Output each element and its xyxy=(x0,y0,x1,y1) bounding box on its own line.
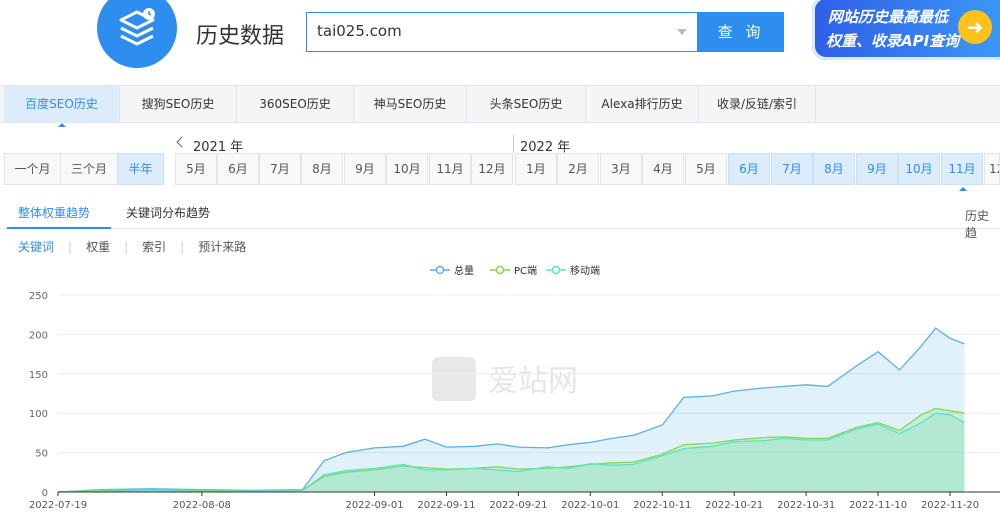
y-tick-label: 50 xyxy=(35,449,48,460)
history-tabs: 百度SEO历史 搜狗SEO历史 360SEO历史 神马SEO历史 头条SEO历史… xyxy=(0,85,1000,123)
tab-360-seo[interactable]: 360SEO历史 xyxy=(237,86,354,122)
page-title: 历史数据 xyxy=(196,24,285,49)
x-tick-label: 2022-11-20 xyxy=(921,500,979,511)
site-logo[interactable] xyxy=(97,0,177,68)
month-button[interactable]: 7月 xyxy=(259,153,301,185)
x-tick-label: 2022-09-01 xyxy=(345,500,403,511)
promo-line-2: 权重、收录API查询 xyxy=(826,32,960,50)
subtab-keyword-distribution[interactable]: 关键词分布趋势 xyxy=(126,204,210,221)
legend-label: PC端 xyxy=(514,264,537,277)
tab-indicator xyxy=(58,123,66,127)
tab-toutiao-seo[interactable]: 头条SEO历史 xyxy=(467,86,586,122)
watermark-text: 爱站网 xyxy=(488,364,578,399)
filter-weight[interactable]: 权重 xyxy=(86,240,110,254)
month-button[interactable]: 7月 xyxy=(771,153,813,185)
month-button[interactable]: 4月 xyxy=(642,153,684,185)
tab-alexa[interactable]: Alexa排行历史 xyxy=(586,86,699,122)
tab-shenma-seo[interactable]: 神马SEO历史 xyxy=(354,86,467,122)
search-input[interactable] xyxy=(307,13,667,49)
trend-chart: 爱站网 250 200 150 100 50 02022-07-19 2022-08-08 2… xyxy=(29,264,1000,511)
range-selector: 一个月 三个月 半年 5月 6月 7月 8月 9月 10月 11月 12月 1月… xyxy=(0,153,1000,185)
watermark: 爱站网 xyxy=(432,357,578,401)
dropdown-caret-icon[interactable] xyxy=(677,29,687,35)
watermark-logo-icon xyxy=(432,357,476,401)
range-half-year[interactable]: 半年 xyxy=(117,153,164,185)
x-tick-label: 2022-07-19 xyxy=(29,500,87,511)
filter-estimated-traffic[interactable]: 预计来路 xyxy=(198,240,246,254)
legend-label: 移动端 xyxy=(570,264,600,277)
promo-banner[interactable]: 网站历史最高最低 权重、收录API查询 ➜ xyxy=(812,0,1000,60)
layers-icon xyxy=(119,8,155,46)
y-tick-label: 0 xyxy=(42,488,48,499)
range-one-month[interactable]: 一个月 xyxy=(4,153,61,185)
month-button[interactable]: 8月 xyxy=(301,153,343,185)
divider: | xyxy=(124,240,129,254)
chevron-left-icon[interactable] xyxy=(176,136,188,148)
month-button[interactable]: 12 xyxy=(984,153,1000,185)
x-tick-label: 2022-09-11 xyxy=(417,500,475,511)
tab-index-links[interactable]: 收录/反链/索引 xyxy=(699,86,816,122)
month-button[interactable]: 11月 xyxy=(429,153,471,185)
y-tick-label: 150 xyxy=(29,370,48,381)
month-button[interactable]: 3月 xyxy=(600,153,642,185)
month-button[interactable]: 12月 xyxy=(471,153,513,185)
x-tick-label: 2022-09-21 xyxy=(489,500,547,511)
x-tick-label: 2022-10-21 xyxy=(705,500,763,511)
arrow-right-icon[interactable]: ➜ xyxy=(958,10,992,44)
y-tick-label: 100 xyxy=(29,409,48,420)
month-indicator xyxy=(959,187,967,191)
month-button[interactable]: 11月 xyxy=(941,153,983,185)
legend-marker xyxy=(495,265,505,275)
x-tick-label: 2022-08-08 xyxy=(173,500,231,511)
subtab-overall-weight[interactable]: 整体权重趋势 xyxy=(18,204,90,221)
month-button[interactable]: 8月 xyxy=(813,153,855,185)
range-three-months[interactable]: 三个月 xyxy=(60,153,118,185)
subtab-underline xyxy=(7,227,111,229)
month-button[interactable]: 9月 xyxy=(856,153,898,185)
tab-sogou-seo[interactable]: 搜狗SEO历史 xyxy=(120,86,237,122)
month-button[interactable]: 1月 xyxy=(515,153,557,185)
month-button[interactable]: 2月 xyxy=(557,153,599,185)
trend-subtabs: 整体权重趋势 关键词分布趋势 xyxy=(0,198,1000,229)
search-field[interactable] xyxy=(306,12,698,52)
x-tick-label: 2022-10-01 xyxy=(561,500,619,511)
history-trend-link[interactable]: 历史趋 xyxy=(965,207,1000,241)
x-tick-label: 2022-10-11 xyxy=(633,500,691,511)
legend-marker xyxy=(435,265,445,275)
x-tick-label: 2022-11-10 xyxy=(849,500,907,511)
search-button[interactable]: 查 询 xyxy=(698,12,784,52)
y-tick-label: 200 xyxy=(29,330,48,341)
month-button[interactable]: 10月 xyxy=(386,153,428,185)
tab-baidu-seo[interactable]: 百度SEO历史 xyxy=(4,86,120,122)
legend-marker xyxy=(551,265,561,275)
filter-keywords[interactable]: 关键词 xyxy=(18,240,54,254)
year-divider xyxy=(513,135,514,153)
month-button[interactable]: 5月 xyxy=(685,153,727,185)
metric-filters: 关键词 | 权重 | 索引 | 预计来路 xyxy=(18,238,260,255)
legend-label: 总量 xyxy=(454,264,474,277)
header: 历史数据 查 询 网站历史最高最低 权重、收录API查询 ➜ xyxy=(0,0,1000,80)
month-button[interactable]: 6月 xyxy=(217,153,259,185)
promo-line-1: 网站历史最高最低 xyxy=(828,8,949,26)
chart-legend: 总量 PC端 移动端 xyxy=(430,264,600,277)
filter-index[interactable]: 索引 xyxy=(142,240,166,254)
month-button[interactable]: 6月 xyxy=(728,153,770,185)
divider: | xyxy=(180,240,185,254)
x-tick-label: 2022-10-31 xyxy=(777,500,835,511)
month-button[interactable]: 10月 xyxy=(898,153,940,185)
y-tick-label: 250 xyxy=(29,291,48,302)
divider: | xyxy=(68,240,73,254)
month-button[interactable]: 5月 xyxy=(175,153,217,185)
month-button[interactable]: 9月 xyxy=(344,153,386,185)
chart-series xyxy=(57,327,965,493)
